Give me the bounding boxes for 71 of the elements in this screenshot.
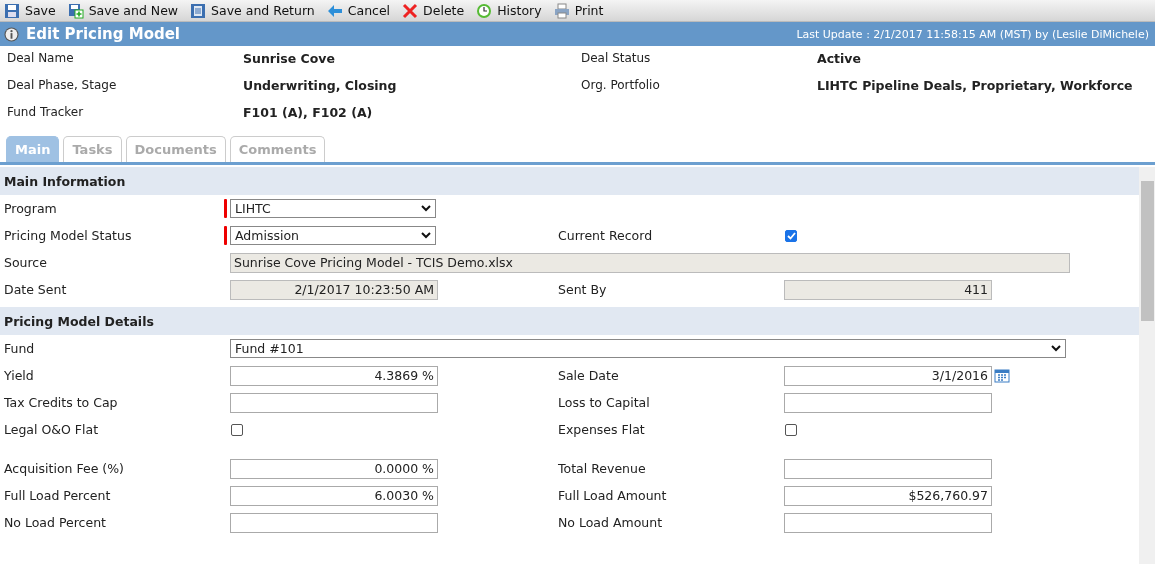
- delete-icon: [402, 2, 419, 19]
- summary-value: F101 (A), F102 (A): [243, 105, 374, 120]
- summary-label: Deal Name: [7, 51, 75, 66]
- dropdown-caret-icon: [1051, 345, 1061, 352]
- left-arrow-icon: [326, 3, 343, 18]
- toolbar-button[interactable]: Save and Return: [190, 2, 315, 19]
- info-icon: [4, 26, 19, 42]
- field-label: Pricing Model Status: [4, 228, 133, 243]
- dropdown[interactable]: Admission: [230, 226, 436, 245]
- toolbar-button[interactable]: Save and New: [67, 2, 179, 19]
- field-label: Current Record: [558, 228, 654, 243]
- field-label: No Load Percent: [4, 515, 107, 530]
- field-label: Sale Date: [558, 368, 620, 383]
- toolbar-button[interactable]: Save: [4, 2, 56, 19]
- field-label: Sent By: [558, 282, 608, 297]
- document-icon: [190, 2, 207, 19]
- section-header: Pricing Model Details: [0, 307, 1139, 335]
- toolbar-button[interactable]: Cancel: [326, 3, 391, 18]
- checkbox[interactable]: [231, 423, 243, 436]
- dropdown[interactable]: LIHTC: [230, 199, 436, 218]
- date-field[interactable]: 3/1/2016: [784, 365, 992, 386]
- checkbox[interactable]: [785, 423, 797, 436]
- dropdown-caret-icon: [421, 205, 431, 212]
- calendar-icon[interactable]: [994, 368, 1010, 383]
- summary-value: Sunrise Cove: [243, 51, 336, 66]
- save-new-icon: [67, 2, 84, 19]
- dropdown-caret-icon: [421, 232, 431, 239]
- field-label: Date Sent: [4, 282, 68, 297]
- readonly-field: 411: [784, 279, 992, 300]
- dropdown[interactable]: Fund #101: [230, 339, 1066, 358]
- section-header: Main Information: [0, 167, 1139, 195]
- readonly-field: 2/1/2017 10:23:50 AM: [230, 279, 438, 300]
- toolbar-button[interactable]: Print: [553, 2, 604, 19]
- field-label: Tax Credits to Cap: [4, 395, 119, 410]
- summary-value: LIHTC Pipeline Deals, Proprietary, Workforce: [817, 78, 1134, 93]
- input-field[interactable]: [784, 458, 992, 479]
- input-field[interactable]: [230, 512, 438, 533]
- field-label: Program: [4, 201, 58, 216]
- field-label: Total Revenue: [558, 461, 647, 476]
- summary-value: Underwriting, Closing: [243, 78, 398, 93]
- field-label: No Load Amount: [558, 515, 664, 530]
- input-field[interactable]: 4.3869 %: [230, 365, 438, 386]
- input-field[interactable]: 6.0030 %: [230, 485, 438, 506]
- last-update-text: Last Update : 2/1/2017 11:58:15 AM (MST) by (Leslie DiMichele): [796, 27, 1149, 41]
- field-label: Full Load Percent: [4, 488, 112, 503]
- field-label: Source: [4, 255, 48, 270]
- summary-value: Active: [817, 51, 862, 66]
- readonly-field: Sunrise Cove Pricing Model - TCIS Demo.xlsx: [230, 252, 1070, 273]
- field-label: Expenses Flat: [558, 422, 646, 437]
- field-label: Fund: [4, 341, 36, 356]
- input-field[interactable]: 0.0000 %: [230, 458, 438, 479]
- field-label: Yield: [4, 368, 35, 383]
- toolbar-button[interactable]: Delete: [402, 2, 465, 19]
- toolbar-button[interactable]: History: [476, 2, 542, 19]
- input-field[interactable]: [784, 392, 992, 413]
- input-field[interactable]: [230, 392, 438, 413]
- summary-label: Deal Phase, Stage: [7, 78, 118, 93]
- printer-icon: [553, 2, 570, 19]
- summary-label: Org. Portfolio: [581, 78, 661, 93]
- clock-icon: [476, 2, 493, 19]
- summary-label: Fund Tracker: [7, 105, 85, 120]
- field-label: Legal O&O Flat: [4, 422, 100, 437]
- scrollbar[interactable]: [1139, 167, 1155, 564]
- field-label: Acquisition Fee (%): [4, 461, 125, 476]
- input-field[interactable]: [784, 512, 992, 533]
- summary-label: Deal Status: [581, 51, 652, 66]
- page-title: Edit Pricing Model: [26, 25, 181, 43]
- field-label: Loss to Capital: [558, 395, 651, 410]
- field-label: Full Load Amount: [558, 488, 668, 503]
- checkbox[interactable]: [785, 229, 797, 242]
- input-field[interactable]: $526,760.97: [784, 485, 992, 506]
